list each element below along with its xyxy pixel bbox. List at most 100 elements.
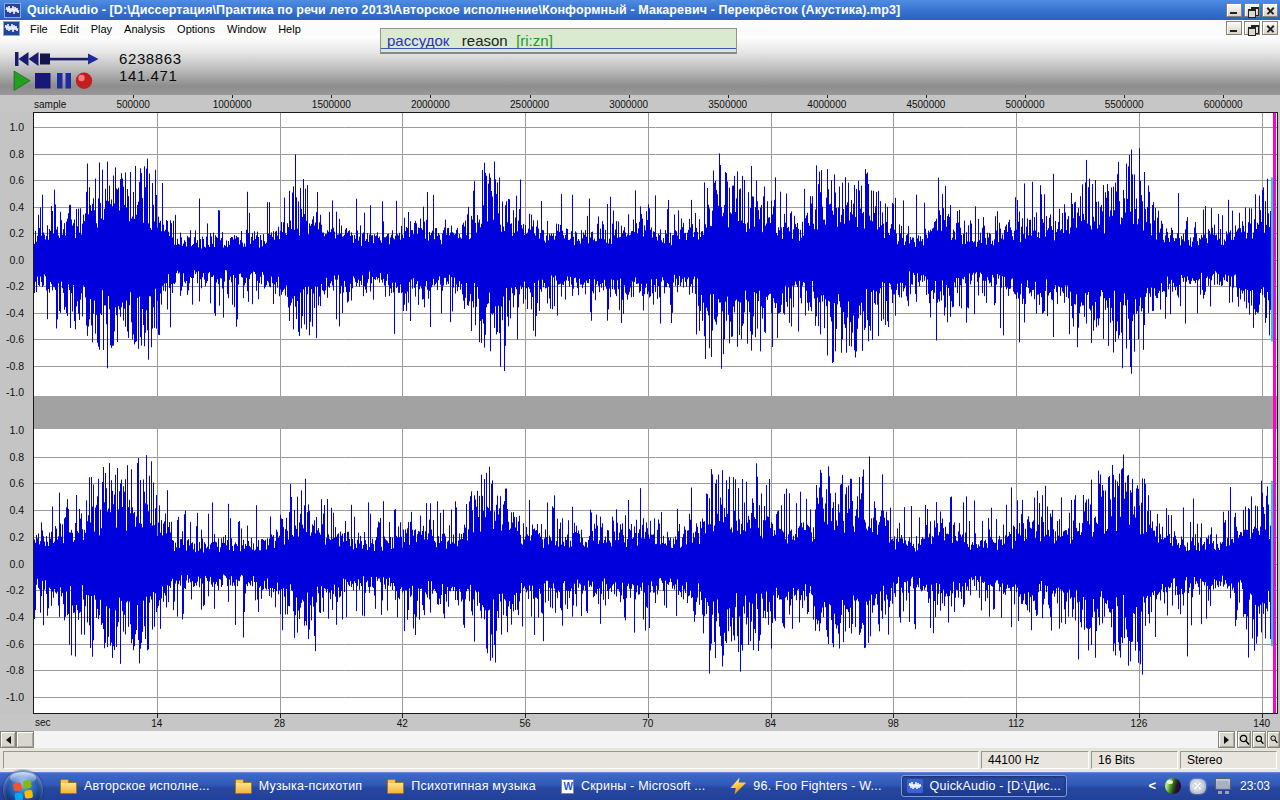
amplitude-tick-label: -0.2 [0, 584, 29, 597]
amplitude-tick-label: -0.4 [0, 307, 29, 320]
amplitude-tick-label: -1.0 [0, 691, 29, 704]
word-icon [561, 779, 574, 794]
zoom-full-button[interactable] [1267, 731, 1280, 748]
sample-tick [827, 95, 828, 98]
amplitude-tick-label: -0.6 [0, 638, 29, 651]
minimize-button[interactable] [1226, 3, 1242, 17]
taskbar-item[interactable]: Скрины - Microsoft ... [555, 775, 711, 798]
folder-icon [60, 782, 77, 794]
scroll-left-button[interactable] [0, 731, 16, 748]
sample-rate-panel: 44100 Hz [981, 751, 1089, 769]
seconds-ruler: sec 14284256708498112126140 [0, 714, 1280, 731]
seconds-tick-label: 140 [1253, 718, 1270, 729]
mdi-minimize-button[interactable] [1226, 21, 1242, 35]
seconds-ruler-label: sec [35, 717, 51, 728]
popup-transcription: [ri:zn] [516, 32, 553, 49]
amplitude-tick-label: -0.6 [0, 333, 29, 346]
sample-tick-label: 4000000 [807, 99, 846, 110]
amplitude-tick-label: 0.4 [0, 201, 29, 214]
sample-tick [530, 95, 531, 98]
system-tray: < 23:03 [1148, 778, 1280, 794]
sample-tick-label: 5500000 [1105, 99, 1144, 110]
taskbar-item[interactable]: 96. Foo Fighters - W... [724, 774, 887, 799]
sample-tick [232, 95, 233, 98]
menu-play[interactable]: Play [85, 22, 118, 37]
folder-icon [235, 782, 252, 794]
play-button[interactable] [14, 71, 30, 91]
amplitude-tick-label: 1.0 [0, 424, 29, 437]
pause-button[interactable] [57, 73, 63, 89]
tray-expand-icon[interactable]: < [1148, 781, 1156, 791]
menu-analysis[interactable]: Analysis [118, 22, 171, 37]
menu-help[interactable]: Help [272, 22, 307, 37]
amplitude-tick-label: 0.6 [0, 477, 29, 490]
transport-controls [6, 49, 110, 93]
record-button[interactable] [76, 73, 92, 89]
sample-tick-label: 2000000 [411, 99, 450, 110]
channel-mode-panel: Stereo [1180, 751, 1277, 769]
amplitude-tick-label: -0.8 [0, 360, 29, 373]
taskbar-item-label: 96. Foo Fighters - W... [753, 779, 881, 793]
seconds-tick-label: 84 [765, 718, 776, 729]
amplitude-tick-label: 0.2 [0, 531, 29, 544]
sample-tick [629, 95, 630, 98]
amplitude-tick-label: 0.6 [0, 174, 29, 187]
winamp-icon [730, 778, 746, 795]
seconds-tick-label: 112 [1008, 718, 1024, 729]
window-title: QuickAudio - [D:\Диссертация\Практика по… [27, 3, 900, 17]
amplitude-tick-label: 0.8 [0, 451, 29, 464]
sample-tick [1124, 95, 1125, 98]
taskbar-item-label: Скрины - Microsoft ... [581, 779, 705, 793]
start-button[interactable] [3, 770, 43, 800]
menu-edit[interactable]: Edit [54, 22, 85, 37]
taskbar-item[interactable]: Авторское исполне... [54, 775, 216, 798]
display-tray-icon[interactable] [1215, 778, 1231, 790]
taskbar-item[interactable]: QuickAudio - [D:\Дис... [901, 775, 1067, 797]
sample-tick-label: 4500000 [906, 99, 945, 110]
zoom-out-button[interactable] [1252, 731, 1266, 748]
sample-tick [728, 95, 729, 98]
pause-button-bar[interactable] [66, 73, 72, 89]
seconds-tick-label: 126 [1131, 718, 1148, 729]
amplitude-tick-label: -0.8 [0, 664, 29, 677]
time-counter: 141.471 [119, 67, 177, 84]
zoom-in-button[interactable] [1237, 731, 1251, 748]
sample-tick-label: 6000000 [1204, 99, 1243, 110]
restore-button[interactable] [1244, 3, 1260, 17]
status-message-panel [3, 751, 979, 769]
sample-tick [331, 95, 332, 98]
media-player-tray-icon[interactable] [1165, 778, 1181, 794]
taskbar-item-label: QuickAudio - [D:\Дис... [930, 779, 1061, 793]
waveform-canvas[interactable] [33, 112, 1278, 714]
sample-tick-label: 5000000 [1006, 99, 1045, 110]
menu-file[interactable]: File [24, 22, 54, 37]
mdi-restore-button[interactable] [1244, 21, 1260, 35]
skip-start-button[interactable] [15, 52, 29, 66]
amplitude-tick-label: 0.4 [0, 504, 29, 517]
seek-slider-thumb[interactable] [40, 54, 50, 65]
document-icon [3, 21, 20, 36]
stop-button[interactable] [35, 73, 51, 89]
taskbar-item[interactable]: Музыка-психотип [229, 775, 369, 798]
amplitude-tick-label: 1.0 [0, 121, 29, 134]
taskbar-item-label: Музыка-психотип [259, 779, 363, 793]
amplitude-tick-label: 0.8 [0, 148, 29, 161]
menu-items: FileEditPlayAnalysisOptionsWindowHelp [24, 19, 307, 37]
seek-slider-track[interactable] [50, 58, 88, 61]
sample-tick-label: 500000 [116, 99, 149, 110]
scrollbar-thumb[interactable] [16, 731, 34, 748]
close-button[interactable] [1262, 3, 1278, 17]
folder-icon [387, 782, 404, 794]
rewind-button[interactable] [29, 52, 39, 66]
scroll-right-button[interactable] [1218, 731, 1235, 748]
mdi-close-button[interactable] [1262, 21, 1278, 35]
sample-ruler: sample 500000100000015000002000000250000… [0, 95, 1280, 112]
forward-button[interactable] [88, 54, 99, 65]
menu-options[interactable]: Options [171, 22, 221, 37]
sample-counter: 6238863 [119, 50, 182, 67]
taskbar-item[interactable]: Психотипная музыка [381, 775, 542, 798]
status-bar: 44100 Hz 16 Bits Stereo [0, 748, 1280, 772]
amplitude-tick-label: -1.0 [0, 386, 29, 399]
menu-window[interactable]: Window [221, 22, 272, 37]
messenger-tray-icon[interactable] [1190, 779, 1206, 794]
